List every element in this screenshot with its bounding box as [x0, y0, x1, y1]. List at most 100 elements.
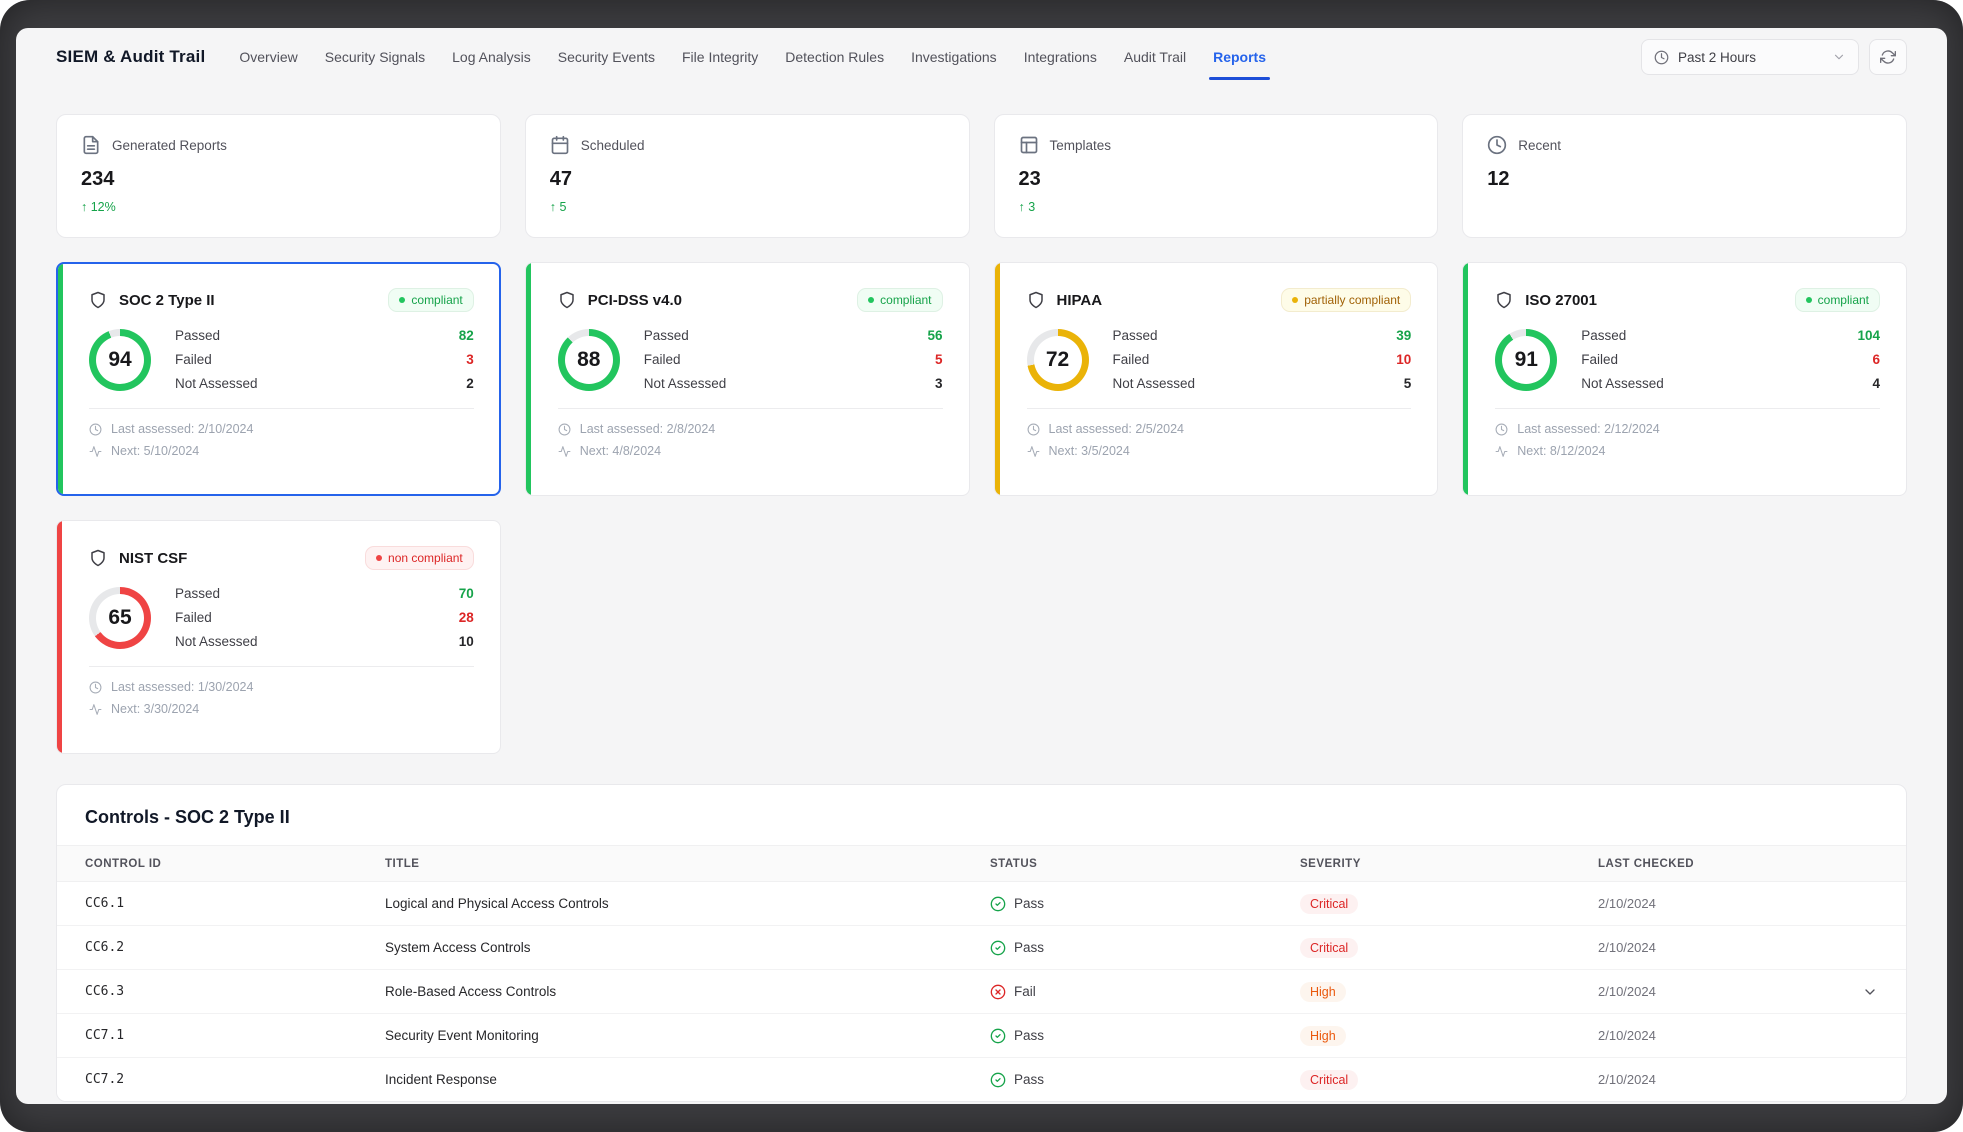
nav-tab-security-signals[interactable]: Security Signals	[325, 28, 425, 86]
score-gauge: 72	[1027, 329, 1089, 391]
time-range-dropdown[interactable]: Past 2 Hours	[1641, 39, 1859, 75]
compliance-card[interactable]: ISO 27001 compliant 91 Passed 104 Failed…	[1462, 262, 1907, 496]
controls-title: Controls - SOC 2 Type II	[57, 807, 1906, 828]
nav-tab-reports[interactable]: Reports	[1213, 28, 1266, 86]
table-row[interactable]: CC6.2 System Access Controls Pass Critic…	[57, 926, 1906, 970]
check-circle-icon	[990, 896, 1006, 912]
nav-tab-integrations[interactable]: Integrations	[1024, 28, 1097, 86]
status-text: Pass	[1014, 896, 1044, 911]
control-id: CC6.3	[85, 984, 385, 999]
stat-value: 12	[1487, 168, 1882, 191]
stat-label: Generated Reports	[112, 138, 227, 153]
shield-icon	[558, 291, 576, 309]
passed-value: 70	[459, 586, 474, 601]
failed-label: Failed	[644, 352, 681, 367]
col-header-severity: SEVERITY	[1300, 858, 1598, 870]
compliance-card[interactable]: PCI-DSS v4.0 compliant 88 Passed 56 Fail…	[525, 262, 970, 496]
compliance-status-badge: compliant	[857, 288, 942, 312]
main-nav: Overview Security Signals Log Analysis S…	[239, 28, 1266, 86]
next-assessment-text: Next: 3/30/2024	[111, 702, 199, 716]
nav-tab-security-events[interactable]: Security Events	[558, 28, 655, 86]
failed-value: 6	[1872, 352, 1880, 367]
nav-tab-overview[interactable]: Overview	[239, 28, 297, 86]
table-header: CONTROL ID TITLE STATUS SEVERITY LAST CH…	[57, 845, 1906, 882]
not-assessed-label: Not Assessed	[1581, 376, 1664, 391]
next-assessment-text: Next: 4/8/2024	[580, 444, 661, 458]
check-circle-icon	[990, 940, 1006, 956]
passed-label: Passed	[1581, 328, 1626, 343]
compliance-card[interactable]: SOC 2 Type II compliant 94 Passed 82 Fai…	[56, 262, 501, 496]
clock-icon	[1487, 135, 1507, 155]
last-assessed-text: Last assessed: 2/5/2024	[1049, 422, 1185, 436]
control-id: CC7.1	[85, 1028, 385, 1043]
nav-tab-detection-rules[interactable]: Detection Rules	[785, 28, 884, 86]
compliance-status-badge: partially compliant	[1281, 288, 1411, 312]
not-assessed-value: 3	[935, 376, 943, 391]
table-body: CC6.1 Logical and Physical Access Contro…	[57, 882, 1906, 1102]
stat-card: Recent 12	[1462, 114, 1907, 238]
control-id: CC6.2	[85, 940, 385, 955]
nav-tab-investigations[interactable]: Investigations	[911, 28, 997, 86]
table-row[interactable]: CC7.2 Incident Response Pass Critical 2/…	[57, 1058, 1906, 1102]
file-text-icon	[81, 135, 101, 155]
chevron-down-icon	[1832, 50, 1846, 64]
nav-tab-audit-trail[interactable]: Audit Trail	[1124, 28, 1186, 86]
failed-label: Failed	[1581, 352, 1618, 367]
framework-name: NIST CSF	[119, 550, 187, 567]
not-assessed-value: 10	[459, 634, 474, 649]
status-text: Pass	[1014, 1072, 1044, 1087]
severity-badge: Critical	[1300, 938, 1358, 958]
clock-icon	[1654, 50, 1669, 65]
control-title: System Access Controls	[385, 940, 990, 955]
not-assessed-label: Not Assessed	[175, 376, 258, 391]
score-gauge: 91	[1495, 329, 1557, 391]
passed-value: 82	[459, 328, 474, 343]
failed-value: 28	[459, 610, 474, 625]
compliance-card[interactable]: NIST CSF non compliant 65 Passed 70 Fail…	[56, 520, 501, 754]
control-title: Incident Response	[385, 1072, 990, 1087]
nav-tab-file-integrity[interactable]: File Integrity	[682, 28, 758, 86]
score-value: 88	[577, 348, 600, 372]
last-assessed-text: Last assessed: 2/10/2024	[111, 422, 253, 436]
not-assessed-value: 2	[466, 376, 474, 391]
table-row[interactable]: CC6.3 Role-Based Access Controls Fail Hi…	[57, 970, 1906, 1014]
col-header-control-id: CONTROL ID	[85, 858, 385, 870]
activity-icon	[558, 445, 571, 458]
nav-tab-log-analysis[interactable]: Log Analysis	[452, 28, 531, 86]
badge-dot	[399, 297, 405, 303]
failed-value: 5	[935, 352, 943, 367]
shield-icon	[1027, 291, 1045, 309]
last-checked: 2/10/2024	[1598, 1072, 1838, 1087]
last-checked: 2/10/2024	[1598, 940, 1838, 955]
shield-icon	[1495, 291, 1513, 309]
clock-icon	[1027, 423, 1040, 436]
last-assessed-text: Last assessed: 1/30/2024	[111, 680, 253, 694]
col-header-status: STATUS	[990, 858, 1300, 870]
compliance-card[interactable]: HIPAA partially compliant 72 Passed 39 F…	[994, 262, 1439, 496]
table-row[interactable]: CC6.1 Logical and Physical Access Contro…	[57, 882, 1906, 926]
passed-value: 56	[927, 328, 942, 343]
clock-icon	[89, 423, 102, 436]
time-range-label: Past 2 Hours	[1678, 50, 1756, 65]
passed-label: Passed	[1113, 328, 1158, 343]
severity-badge: Critical	[1300, 1070, 1358, 1090]
framework-name: HIPAA	[1057, 292, 1103, 309]
stat-value: 234	[81, 168, 476, 191]
stat-value: 23	[1019, 168, 1414, 191]
control-id: CC7.2	[85, 1072, 385, 1087]
last-checked: 2/10/2024	[1598, 984, 1838, 999]
chevron-down-icon[interactable]	[1862, 984, 1878, 1000]
passed-label: Passed	[644, 328, 689, 343]
table-row[interactable]: CC7.1 Security Event Monitoring Pass Hig…	[57, 1014, 1906, 1058]
refresh-button[interactable]	[1869, 39, 1907, 75]
framework-name: PCI-DSS v4.0	[588, 292, 682, 309]
not-assessed-label: Not Assessed	[644, 376, 727, 391]
control-title: Security Event Monitoring	[385, 1028, 990, 1043]
badge-dot	[376, 555, 382, 561]
stat-label: Scheduled	[581, 138, 645, 153]
app-title: SIEM & Audit Trail	[56, 28, 205, 86]
controls-panel: Controls - SOC 2 Type II CONTROL ID TITL…	[56, 784, 1907, 1102]
control-id: CC6.1	[85, 896, 385, 911]
framework-name: SOC 2 Type II	[119, 292, 215, 309]
next-assessment-text: Next: 3/5/2024	[1049, 444, 1130, 458]
